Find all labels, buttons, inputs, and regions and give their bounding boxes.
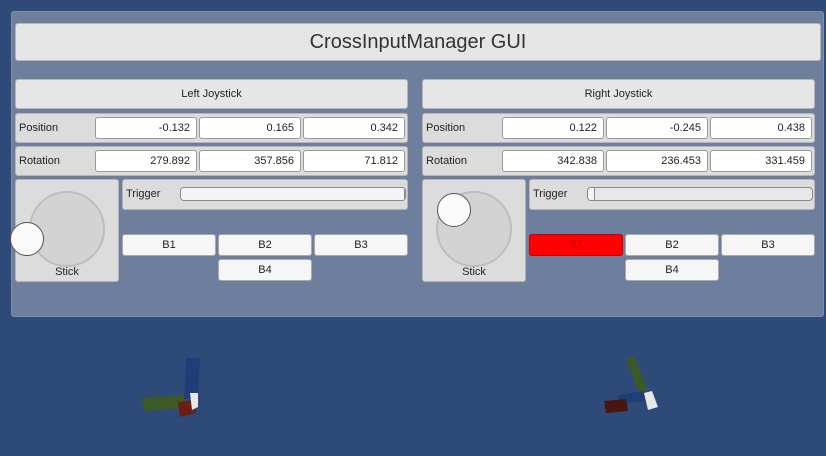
right-position-y-field[interactable]: -0.245 [606,117,708,139]
right-rotation-x-field[interactable]: 342.838 [502,150,604,172]
right-trigger-bar[interactable] [587,187,813,201]
left-rotation-x-field[interactable]: 279.892 [95,150,197,172]
right-position-z-field[interactable]: 0.438 [710,117,812,139]
left-b2-button[interactable]: B2 [218,234,312,256]
right-b4-button[interactable]: B4 [625,259,719,281]
left-trigger-fill [181,188,405,200]
left-position-row: Position -0.132 0.165 0.342 [15,113,408,143]
right-trigger-fill [588,188,595,200]
left-position-y-field[interactable]: 0.165 [199,117,301,139]
left-b3-button[interactable]: B3 [314,234,408,256]
left-rotation-label: Rotation [19,155,60,167]
left-trigger-box: Trigger [122,179,408,210]
right-rotation-z-field[interactable]: 331.459 [710,150,812,172]
right-rotation-row: Rotation 342.838 236.453 331.459 [422,146,815,176]
left-joystick-header: Left Joystick [15,79,408,109]
right-rotation-y-field[interactable]: 236.453 [606,150,708,172]
left-rotation-row: Rotation 279.892 357.856 71.812 [15,146,408,176]
window-title: CrossInputManager GUI [15,23,821,61]
right-b2-button[interactable]: B2 [625,234,719,256]
right-trigger-box: Trigger [529,179,815,210]
right-b3-button[interactable]: B3 [721,234,815,256]
left-stick-label: Stick [55,266,79,278]
left-position-label: Position [19,122,59,134]
right-position-row: Position 0.122 -0.245 0.438 [422,113,815,143]
right-position-x-field[interactable]: 0.122 [502,117,604,139]
right-stick-area[interactable]: Stick [422,179,526,282]
right-stick-label: Stick [462,266,486,278]
left-position-z-field[interactable]: 0.342 [303,117,405,139]
right-trigger-label: Trigger [533,188,568,200]
left-trigger-bar[interactable] [180,187,406,201]
axis-gizmo-icon [604,356,658,413]
gui-window: CrossInputManager GUI Left Joystick Posi… [10,11,824,317]
left-stick-area[interactable]: Stick [10,179,119,282]
left-stick-knob[interactable] [10,222,44,256]
axis-gizmo-icon [142,358,200,417]
right-b1-button[interactable]: B1 [529,234,623,256]
left-rotation-y-field[interactable]: 357.856 [199,150,301,172]
left-rotation-z-field[interactable]: 71.812 [303,150,405,172]
right-joystick-header: Right Joystick [422,79,815,109]
right-rotation-label: Rotation [426,155,467,167]
left-trigger-label: Trigger [126,188,161,200]
right-stick-knob[interactable] [437,193,471,227]
left-position-x-field[interactable]: -0.132 [95,117,197,139]
left-b1-button[interactable]: B1 [122,234,216,256]
left-b4-button[interactable]: B4 [218,259,312,281]
right-position-label: Position [426,122,466,134]
